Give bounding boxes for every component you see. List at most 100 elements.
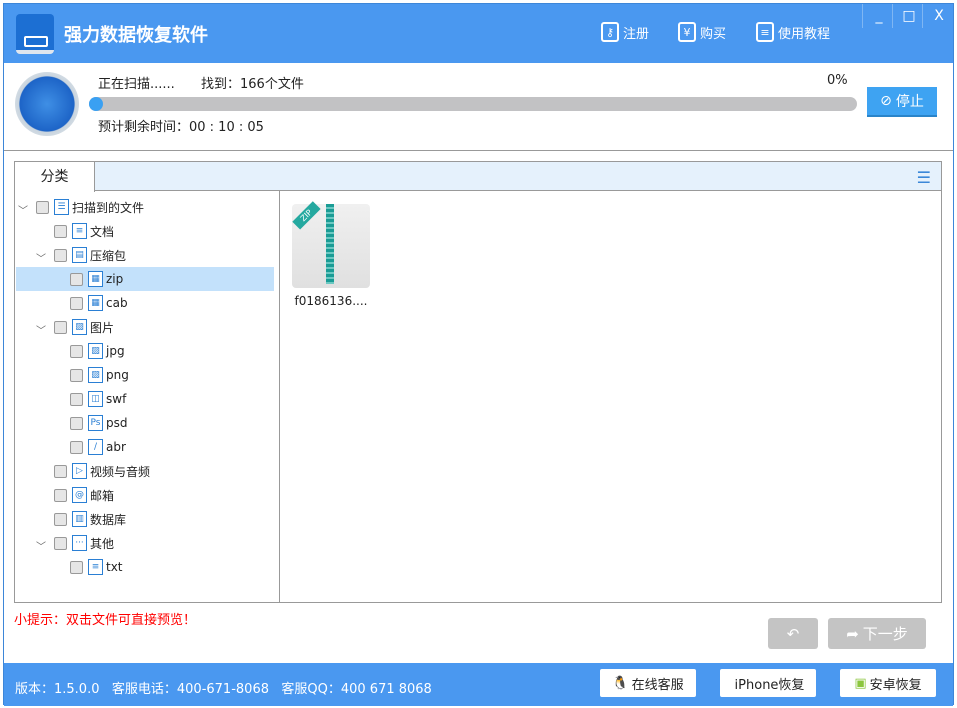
register-link[interactable]: ⚷注册 xyxy=(601,22,649,42)
chevron-down-icon[interactable]: ﹀ xyxy=(36,538,46,548)
tree-item-txt[interactable]: ≡txt xyxy=(16,555,274,579)
tip-text: 小提示：双击文件可直接预览！ xyxy=(14,609,196,628)
checkbox[interactable] xyxy=(54,489,67,502)
minimize-button[interactable]: _ xyxy=(862,4,895,28)
chevron-down-icon[interactable]: ﹀ xyxy=(36,250,46,260)
iphone-recovery-button[interactable]: iPhone恢复 xyxy=(720,669,816,697)
checkbox[interactable] xyxy=(54,465,67,478)
buy-label: 购买 xyxy=(700,23,726,42)
online-service-label: 在线客服 xyxy=(632,674,684,693)
key-icon: ⚷ xyxy=(601,22,619,42)
footer-bar: 版本：1.5.0.0 客服电话：400-671-8068 客服QQ：400 67… xyxy=(4,663,953,706)
file-name: f0186136.... xyxy=(286,294,376,308)
swf-icon: ◫ xyxy=(88,391,103,407)
tree-item-label: 数据库 xyxy=(90,511,126,528)
progress-fill xyxy=(89,97,103,111)
checkbox[interactable] xyxy=(70,393,83,406)
checkbox[interactable] xyxy=(70,345,83,358)
checkbox[interactable] xyxy=(54,249,67,262)
buy-link[interactable]: ¥购买 xyxy=(678,22,726,42)
checkbox[interactable] xyxy=(70,369,83,382)
txt-icon: ≡ xyxy=(88,559,103,575)
chevron-down-icon[interactable]: ﹀ xyxy=(36,322,46,332)
online-service-button[interactable]: 🐧 在线客服 xyxy=(600,669,696,697)
tree-item-扫描到的文件[interactable]: ﹀☰扫描到的文件 xyxy=(16,195,274,219)
phone-text: 客服电话：400-671-8068 xyxy=(112,682,269,697)
tab-category[interactable]: 分类 xyxy=(15,162,95,192)
tree-item-label: 视频与音频 xyxy=(90,463,150,480)
checkbox[interactable] xyxy=(70,297,83,310)
android-recovery-label: 安卓恢复 xyxy=(870,674,922,693)
forward-arrow-icon: ➦ xyxy=(846,625,859,643)
jpg-icon: ▨ xyxy=(88,343,103,359)
tree-item-label: 邮箱 xyxy=(90,487,114,504)
next-button[interactable]: ➦下一步 xyxy=(828,618,926,649)
tree-item-label: png xyxy=(106,368,129,382)
book-icon: ≡ xyxy=(756,22,774,42)
results-panel: 分类 ☰ ﹀☰扫描到的文件≡文档﹀▤压缩包▦zip▦cab﹀▨图片▨jpg▨pn… xyxy=(14,161,942,603)
tree-item-压缩包[interactable]: ﹀▤压缩包 xyxy=(16,243,274,267)
qq-text: 客服QQ：400 671 8068 xyxy=(281,682,431,697)
tree-item-jpg[interactable]: ▨jpg xyxy=(16,339,274,363)
tree-item-label: 其他 xyxy=(90,535,114,552)
tree-item-abr[interactable]: ∕abr xyxy=(16,435,274,459)
progress-bar xyxy=(89,97,857,111)
checkbox[interactable] xyxy=(70,561,83,574)
menu-icon[interactable]: ☰ xyxy=(917,168,931,187)
tree-item-label: jpg xyxy=(106,344,125,358)
tree-item-label: cab xyxy=(106,296,128,310)
back-button[interactable]: ↶ xyxy=(768,618,818,649)
scan-panel: 正在扫描...... 找到：166个文件 0% 预计剩余时间：00 : 10 :… xyxy=(4,63,953,151)
tree-item-邮箱[interactable]: @邮箱 xyxy=(16,483,274,507)
version-text: 版本：1.5.0.0 xyxy=(15,682,99,697)
tree-item-zip[interactable]: ▦zip xyxy=(16,267,274,291)
email-icon: @ xyxy=(72,487,87,503)
tree-item-文档[interactable]: ≡文档 xyxy=(16,219,274,243)
tree-item-其他[interactable]: ﹀ ···其他 xyxy=(16,531,274,555)
tree-item-cab[interactable]: ▦cab xyxy=(16,291,274,315)
winrar-icon: ▦ xyxy=(88,295,103,311)
checkbox[interactable] xyxy=(54,537,67,550)
more-icon: ··· xyxy=(72,535,87,551)
checkbox[interactable] xyxy=(54,321,67,334)
checkbox[interactable] xyxy=(54,513,67,526)
maximize-button[interactable]: □ xyxy=(892,4,925,28)
category-tree: ﹀☰扫描到的文件≡文档﹀▤压缩包▦zip▦cab﹀▨图片▨jpg▨png◫swf… xyxy=(15,191,280,602)
winrar-icon: ▦ xyxy=(88,271,103,287)
app-title: 强力数据恢复软件 xyxy=(64,21,208,47)
archive-icon: ▤ xyxy=(72,247,87,263)
android-icon: ▣ xyxy=(854,676,866,691)
main-window: 强力数据恢复软件 ⚷注册 ¥购买 ≡使用教程 _ □ X 正在扫描...... … xyxy=(3,3,954,705)
chevron-down-icon[interactable]: ﹀ xyxy=(18,202,28,212)
video-icon: ▷ xyxy=(72,463,87,479)
image-icon: ▨ xyxy=(72,319,87,335)
tutorial-link[interactable]: ≡使用教程 xyxy=(756,22,830,42)
abr-icon: ∕ xyxy=(88,439,103,455)
database-icon: ▥ xyxy=(72,511,87,527)
tree-item-图片[interactable]: ﹀▨图片 xyxy=(16,315,274,339)
tree-item-视频与音频[interactable]: ▷视频与音频 xyxy=(16,459,274,483)
tree-item-label: swf xyxy=(106,392,126,406)
tree-item-png[interactable]: ▨png xyxy=(16,363,274,387)
tutorial-label: 使用教程 xyxy=(778,23,830,42)
tree-item-label: zip xyxy=(106,272,123,286)
tree-item-label: 扫描到的文件 xyxy=(72,199,144,216)
checkbox[interactable] xyxy=(70,273,83,286)
tree-item-psd[interactable]: Pspsd xyxy=(16,411,274,435)
checkbox[interactable] xyxy=(36,201,49,214)
tree-item-label: abr xyxy=(106,440,126,454)
tree-item-swf[interactable]: ◫swf xyxy=(16,387,274,411)
checkbox[interactable] xyxy=(70,441,83,454)
tree-item-数据库[interactable]: ▥数据库 xyxy=(16,507,274,531)
checkbox[interactable] xyxy=(54,225,67,238)
checkbox[interactable] xyxy=(70,417,83,430)
undo-icon: ↶ xyxy=(787,625,800,643)
percent-text: 0% xyxy=(827,73,848,88)
file-item[interactable]: f0186136.... xyxy=(286,204,376,308)
zip-file-icon xyxy=(292,204,370,288)
close-button[interactable]: X xyxy=(922,4,955,28)
android-recovery-button[interactable]: ▣ 安卓恢复 xyxy=(840,669,936,697)
next-label: 下一步 xyxy=(863,623,908,644)
stop-button[interactable]: ⊘停止 xyxy=(867,87,937,117)
qq-penguin-icon: 🐧 xyxy=(612,676,628,691)
